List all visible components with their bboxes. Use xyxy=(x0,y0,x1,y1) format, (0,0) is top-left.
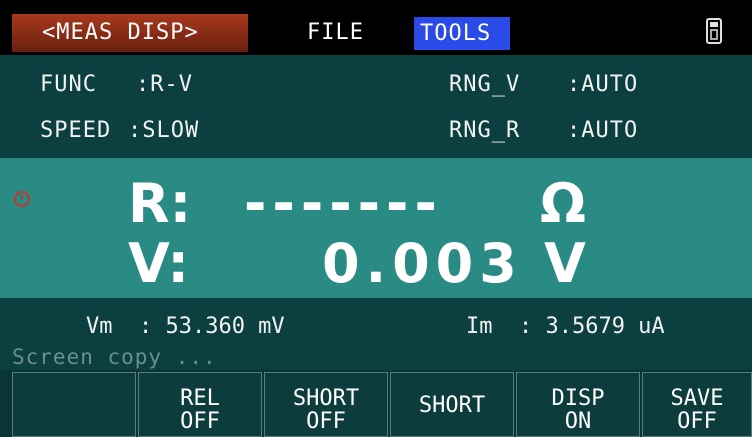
instrument-screen: <MEAS DISP> FILE TOOLS FUNC :R-V SPEED :… xyxy=(0,0,752,437)
softkey-rel-line1: REL xyxy=(180,386,220,411)
func-label: FUNC xyxy=(40,72,97,97)
softkey-rel-line2: OFF xyxy=(180,409,220,434)
softkey-rel-off[interactable]: REL OFF xyxy=(138,372,262,437)
vm-readout: Vm : 53.360 mV xyxy=(86,314,285,339)
voltage-unit: V xyxy=(544,232,586,295)
status-message: Screen copy ... xyxy=(12,345,217,369)
rng-r-label: RNG_R xyxy=(449,118,521,143)
resistance-value: ------- xyxy=(244,172,443,235)
softkey-disp-on[interactable]: DISP ON xyxy=(516,372,640,437)
speed-value[interactable]: :SLOW xyxy=(128,118,199,143)
softkey-1[interactable] xyxy=(12,372,136,437)
softkey-short-off-line2: OFF xyxy=(306,409,346,434)
rng-r-value[interactable]: :AUTO xyxy=(567,118,638,143)
softkey-save-line1: SAVE xyxy=(670,386,724,411)
top-menu-bar: <MEAS DISP> FILE TOOLS xyxy=(0,0,752,55)
rng-v-label: RNG_V xyxy=(449,72,521,97)
speed-label: SPEED xyxy=(40,118,112,143)
im-readout: Im : 3.5679 uA xyxy=(466,314,665,339)
softkey-save-line2: OFF xyxy=(677,409,717,434)
rng-v-value[interactable]: :AUTO xyxy=(567,72,638,97)
status-indicator-icon xyxy=(14,191,30,207)
softkey-disp-line1: DISP xyxy=(551,386,605,411)
resistance-unit: Ω xyxy=(540,172,586,235)
softkey-short-off-line1: SHORT xyxy=(292,386,360,411)
softkey-short[interactable]: SHORT xyxy=(390,372,514,437)
usb-drive-icon xyxy=(706,18,722,44)
softkey-short-off[interactable]: SHORT OFF xyxy=(264,372,388,437)
softkey-disp-line2: ON xyxy=(564,409,592,434)
menu-file[interactable]: FILE xyxy=(307,14,364,52)
voltage-label: V: xyxy=(128,232,189,295)
softkey-save-off[interactable]: SAVE OFF xyxy=(642,372,752,437)
func-value[interactable]: :R-V xyxy=(136,72,193,97)
softkey-short-label: SHORT xyxy=(418,393,486,418)
voltage-value: 0.003 xyxy=(322,232,523,295)
tab-meas-disp[interactable]: <MEAS DISP> xyxy=(12,14,248,52)
menu-tools[interactable]: TOOLS xyxy=(414,17,510,50)
resistance-label: R: xyxy=(128,172,192,235)
